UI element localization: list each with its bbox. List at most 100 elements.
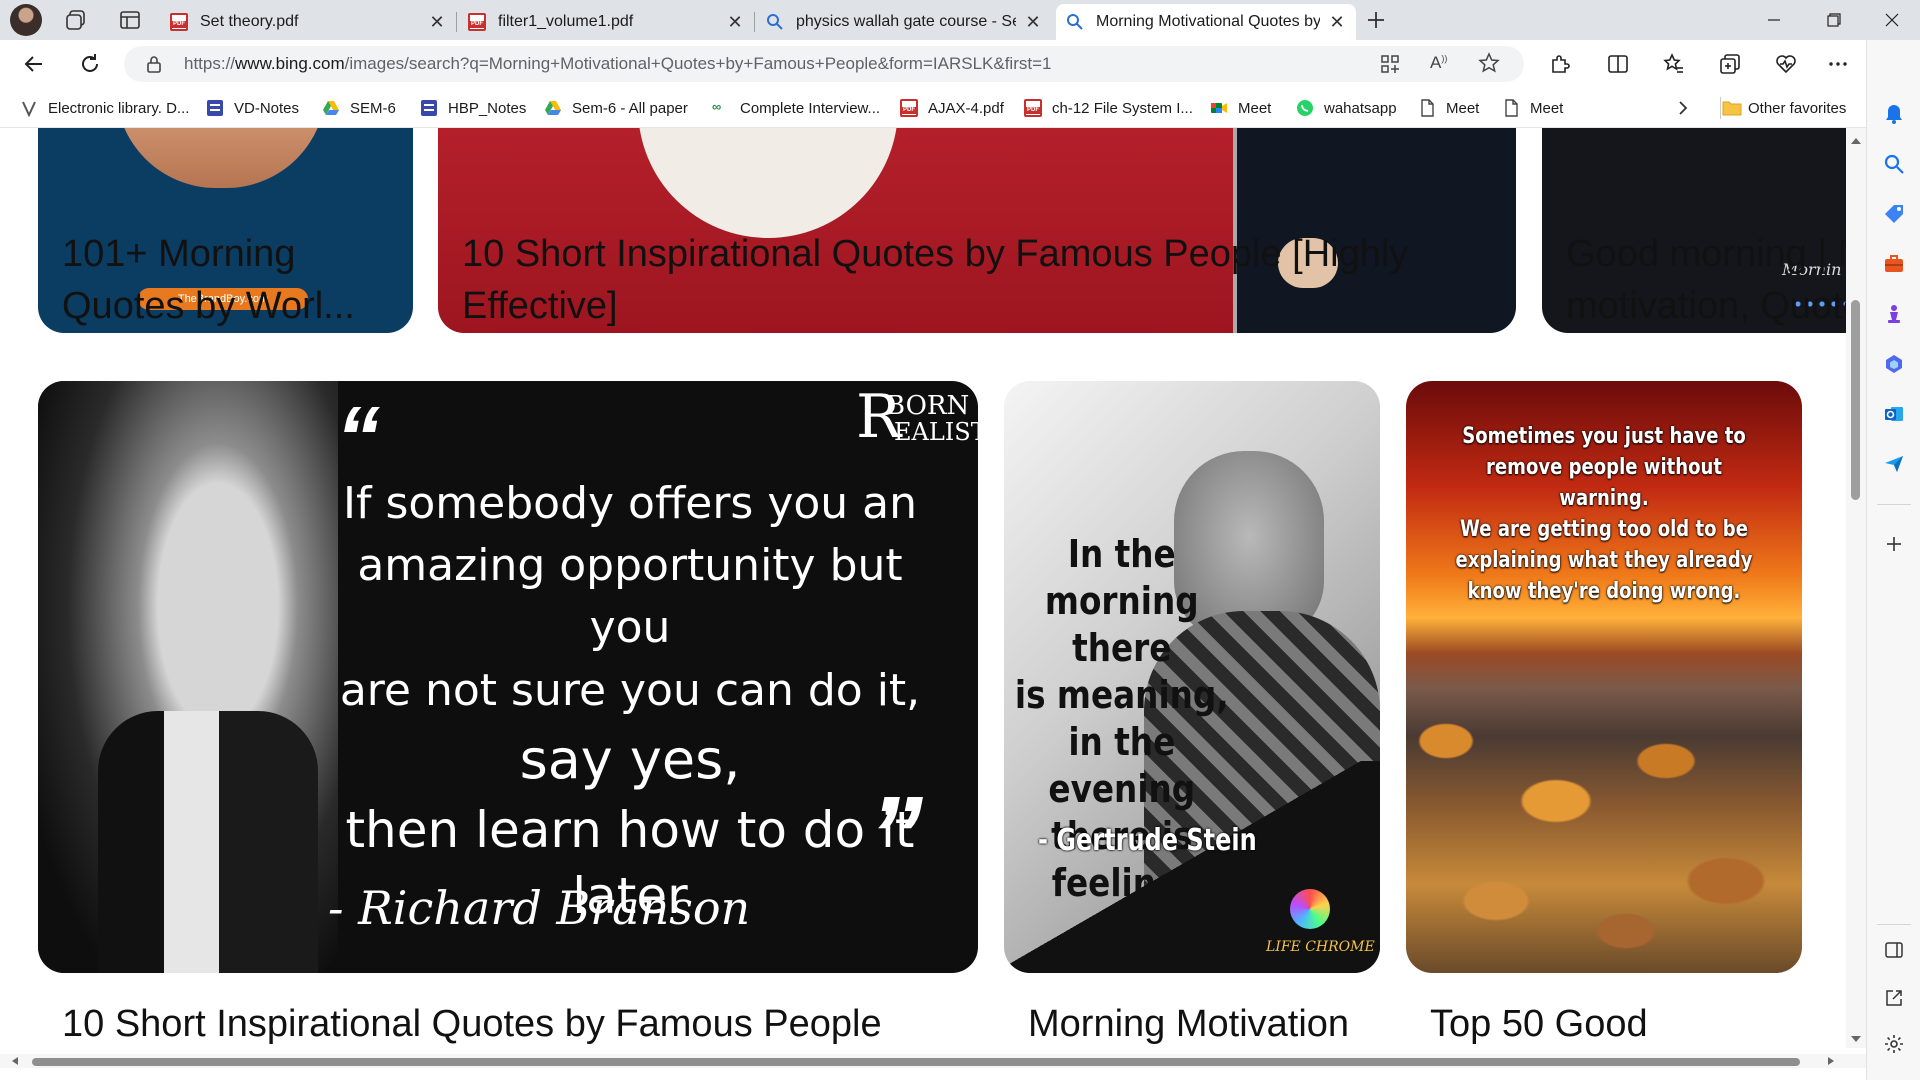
split-screen-icon[interactable] [1602,48,1634,80]
favorite-meet-2[interactable]: Meet [1418,97,1479,119]
restore-button[interactable] [1806,0,1862,40]
favorite-meet-1[interactable]: Meet [1210,97,1271,119]
favorite-label: VD-Notes [234,99,300,117]
new-tab-icon[interactable] [1364,8,1388,32]
scroll-up-arrow-icon[interactable] [1851,138,1861,144]
quote-author: - Gertrude Stein [1038,823,1257,858]
microsoft-365-icon[interactable] [1880,350,1908,378]
favorites-overflow-chevron-icon[interactable] [1676,97,1690,119]
favorite-ch-12[interactable]: ch-12 File System I... [1024,97,1193,119]
result-caption[interactable]: Morning Motivation [1028,998,1349,1050]
favorite-ajax-4[interactable]: AJAX-4.pdf [900,97,1004,119]
favorite-electronic-library[interactable]: Electronic library. D... [20,97,189,119]
tab-title: Morning Motivational Quotes by [1096,13,1320,30]
apps-icon[interactable] [1380,54,1400,79]
performance-heart-icon[interactable] [1770,48,1802,80]
close-window-button[interactable] [1864,0,1920,40]
favorite-label: wahatsapp [1324,99,1397,117]
games-chess-icon[interactable] [1880,300,1908,328]
result-image-richard-branson-quote[interactable]: “ R BORN EALIST If somebody offers you a… [38,381,978,973]
favorite-star-icon[interactable] [1478,52,1500,79]
favorite-label: Meet [1238,99,1272,117]
favorites-icon[interactable] [1658,48,1690,80]
tab-filter1[interactable]: filter1_volume1.pdf ✕ [458,4,755,40]
page-icon [1418,99,1436,117]
tools-briefcase-icon[interactable] [1880,250,1908,278]
minimize-button[interactable] [1746,0,1802,40]
result-image-gertrude-stein-quote[interactable]: In the morning there is meaning, in the … [1004,381,1380,973]
quote-text: If somebody offers you an amazing opport… [310,473,950,929]
scroll-left-arrow-icon[interactable] [12,1057,18,1065]
close-icon[interactable]: ✕ [1328,13,1346,31]
address-bar[interactable]: https://www.bing.com/images/search?q=Mor… [124,46,1524,82]
quote-line: amazing opportunity but you [357,540,903,653]
quote-line: If somebody offers you an [342,478,918,529]
quote-line: know they're doing wrong. [1467,579,1741,604]
vertical-scrollbar[interactable] [1846,128,1866,1048]
vertical-scroll-thumb[interactable] [1851,300,1860,500]
settings-gear-icon[interactable] [1880,1030,1908,1058]
life-chrome-logo-icon [1290,889,1330,929]
lock-icon[interactable] [146,55,162,78]
tab-morning-quotes[interactable]: Morning Motivational Quotes by ✕ [1056,4,1356,40]
outlook-icon[interactable] [1880,400,1908,428]
workspaces-icon[interactable] [64,8,88,32]
favorite-wahatsapp[interactable]: wahatsapp [1296,97,1397,119]
result-image-sunset-quote[interactable]: Sometimes you just have to remove people… [1406,381,1802,973]
back-button[interactable] [18,48,50,80]
result-caption[interactable]: Effective] [462,280,618,332]
profile-avatar[interactable] [10,4,42,36]
favorite-vd-notes[interactable]: VD-Notes [206,97,299,119]
close-icon[interactable]: ✕ [428,13,446,31]
favorite-hbp-notes[interactable]: HBP_Notes [420,97,526,119]
add-sidebar-app-icon[interactable] [1880,530,1908,558]
shirt [98,711,318,973]
hide-sidebar-icon[interactable] [1880,936,1908,964]
other-favorites-label: Other favorites [1748,99,1847,117]
read-aloud-icon[interactable]: A)) [1430,53,1447,73]
search-icon [1066,13,1084,31]
close-icon[interactable]: ✕ [1024,13,1042,31]
result-caption[interactable]: 10 Short Inspirational Quotes by Famous … [462,228,1408,280]
url-scheme: https:// [184,54,236,73]
collections-icon[interactable] [1714,48,1746,80]
shopping-tag-icon[interactable] [1880,200,1908,228]
quote-line: say yes, [519,728,741,791]
result-caption[interactable]: Good morning | M [1566,228,1866,280]
result-caption[interactable]: 101+ Morning [62,228,295,280]
favorite-label: SEM-6 [350,99,396,117]
close-icon[interactable]: ✕ [726,13,744,31]
meet-icon [1210,99,1228,117]
favorite-sem-6-all-paper[interactable]: Sem-6 - All paper [544,97,688,119]
open-external-icon[interactable] [1880,984,1908,1012]
favorite-sem-6[interactable]: SEM-6 [322,97,396,119]
search-icon[interactable] [1880,150,1908,178]
result-caption[interactable]: Top 50 Good [1430,998,1648,1050]
result-caption[interactable]: motivation, Quote [1566,280,1864,332]
result-caption[interactable]: 10 Short Inspirational Quotes by Famous … [62,998,882,1050]
send-paper-plane-icon[interactable] [1880,450,1908,478]
more-menu-icon[interactable] [1822,48,1854,80]
favorite-complete-interview[interactable]: ∞ Complete Interview... [712,97,880,119]
folder-icon [1722,99,1742,117]
notifications-bell-icon[interactable] [1880,100,1908,128]
horizontal-scroll-thumb[interactable] [32,1058,1800,1066]
refresh-button[interactable] [74,48,106,80]
horizontal-scrollbar[interactable] [0,1054,1866,1068]
tab-set-theory[interactable]: Set theory.pdf ✕ [160,4,457,40]
favorite-label: Complete Interview... [740,99,881,117]
other-favorites[interactable]: Other favorites [1720,97,1846,119]
result-caption[interactable]: Quotes by Worl... [62,280,355,332]
url-text[interactable]: https://www.bing.com/images/search?q=Mor… [184,54,1051,74]
tab-actions-icon[interactable] [118,8,142,32]
quote-line: are not sure you can do it, [339,665,921,716]
v-icon [20,99,38,118]
scroll-right-arrow-icon[interactable] [1828,1057,1834,1065]
favorites-bar: Electronic library. D... VD-Notes SEM-6 … [0,88,1920,128]
form-icon [420,99,438,117]
extensions-icon[interactable] [1544,48,1576,80]
favorite-meet-3[interactable]: Meet [1502,97,1563,119]
scroll-down-arrow-icon[interactable] [1851,1036,1861,1042]
quote-line: remove people without warning. [1486,455,1722,511]
tab-physics-wallah[interactable]: physics wallah gate course - Sear ✕ [756,4,1052,40]
